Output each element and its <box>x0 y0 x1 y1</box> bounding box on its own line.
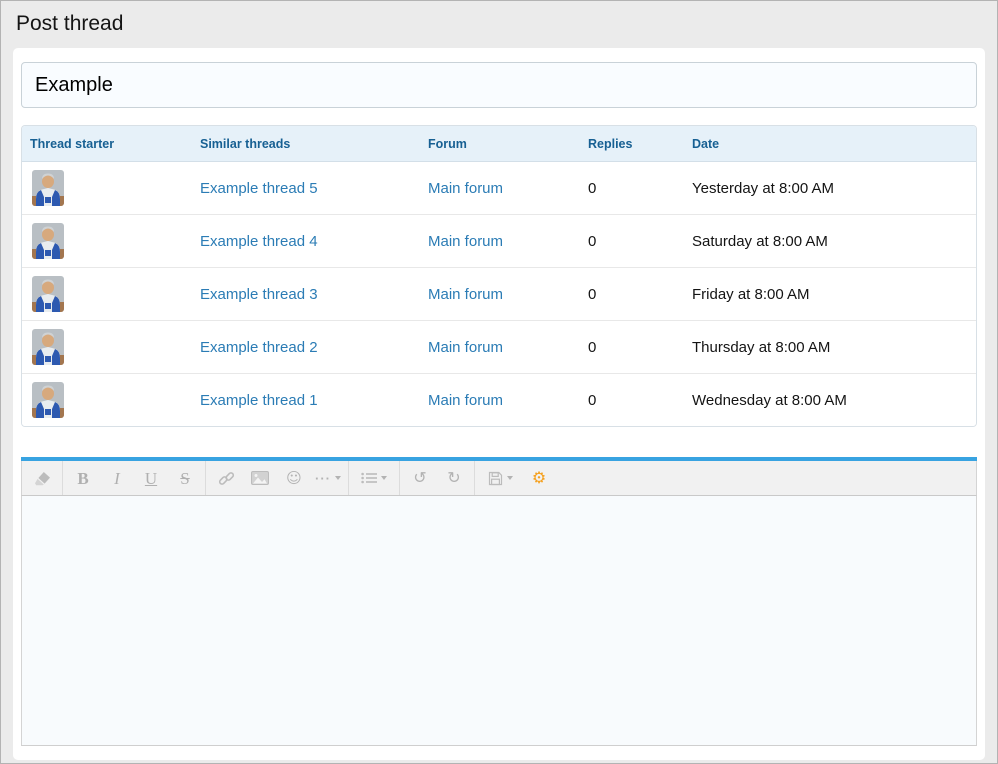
remove-formatting-button[interactable] <box>25 461 59 495</box>
forum-link[interactable]: Main forum <box>428 339 503 356</box>
table-row: Example thread 2 Main forum 0 Thursday a… <box>22 321 976 374</box>
drafts-button[interactable] <box>478 461 522 495</box>
list-format-button[interactable] <box>352 461 396 495</box>
message-body-input[interactable] <box>21 496 977 746</box>
insert-link-button[interactable] <box>209 461 243 495</box>
smiley-button[interactable]: ☺ <box>277 461 311 495</box>
page-title: Post thread <box>1 1 997 48</box>
thread-link[interactable]: Example thread 5 <box>200 180 318 197</box>
avatar-photo-icon <box>32 276 64 312</box>
thread-date: Friday at 8:00 AM <box>692 286 810 303</box>
toolbar-group-misc: ⚙ <box>475 461 559 495</box>
post-thread-panel: Thread starter Similar threads Forum Rep… <box>13 48 985 760</box>
table-row: Example thread 4 Main forum 0 Saturday a… <box>22 215 976 268</box>
eraser-icon <box>34 471 51 486</box>
forum-link[interactable]: Main forum <box>428 286 503 303</box>
undo-button[interactable]: ↺ <box>403 461 437 495</box>
thread-date: Saturday at 8:00 AM <box>692 233 828 250</box>
forum-link[interactable]: Main forum <box>428 233 503 250</box>
bold-label: B <box>77 470 88 487</box>
table-row: Example thread 5 Main forum 0 Yesterday … <box>22 162 976 215</box>
user-avatar[interactable] <box>32 170 64 206</box>
chevron-down-icon <box>381 476 387 480</box>
editor-settings-button[interactable]: ⚙ <box>522 461 556 495</box>
forum-link[interactable]: Main forum <box>428 392 503 409</box>
thread-link[interactable]: Example thread 4 <box>200 233 318 250</box>
avatar-photo-icon <box>32 170 64 206</box>
toolbar-group-list <box>349 461 400 495</box>
italic-label: I <box>114 470 120 487</box>
similar-threads-table: Thread starter Similar threads Forum Rep… <box>21 125 977 427</box>
more-options-button[interactable]: ··· <box>311 461 345 495</box>
toolbar-group-history: ↺ ↻ <box>400 461 475 495</box>
image-icon <box>251 471 269 485</box>
chevron-down-icon <box>335 476 341 480</box>
forum-link[interactable]: Main forum <box>428 180 503 197</box>
italic-button[interactable]: I <box>100 461 134 495</box>
unordered-list-icon <box>361 472 377 484</box>
table-header-row: Thread starter Similar threads Forum Rep… <box>22 126 976 162</box>
smiley-icon: ☺ <box>286 471 302 486</box>
floppy-save-icon <box>488 471 503 486</box>
user-avatar[interactable] <box>32 223 64 259</box>
undo-icon: ↺ <box>413 470 426 486</box>
more-options-icon: ··· <box>315 472 331 485</box>
redo-icon: ↻ <box>447 470 460 486</box>
thread-date: Thursday at 8:00 AM <box>692 339 830 356</box>
avatar-photo-icon <box>32 382 64 418</box>
rich-text-editor: B I U S ☺ ··· <box>21 457 977 746</box>
thread-link[interactable]: Example thread 3 <box>200 286 318 303</box>
replies-count: 0 <box>588 339 596 356</box>
column-header-date: Date <box>684 126 976 162</box>
table-row: Example thread 1 Main forum 0 Wednesday … <box>22 374 976 426</box>
replies-count: 0 <box>588 233 596 250</box>
chevron-down-icon <box>507 476 513 480</box>
thread-link[interactable]: Example thread 2 <box>200 339 318 356</box>
column-header-similar-threads: Similar threads <box>192 126 420 162</box>
column-header-forum: Forum <box>420 126 580 162</box>
avatar-photo-icon <box>32 329 64 365</box>
editor-toolbar: B I U S ☺ ··· <box>21 461 977 496</box>
thread-date: Yesterday at 8:00 AM <box>692 180 834 197</box>
user-avatar[interactable] <box>32 276 64 312</box>
toolbar-group-text-style: B I U S <box>63 461 206 495</box>
column-header-thread-starter: Thread starter <box>22 126 192 162</box>
toolbar-group-format-remove <box>22 461 63 495</box>
bold-button[interactable]: B <box>66 461 100 495</box>
insert-image-button[interactable] <box>243 461 277 495</box>
column-header-replies: Replies <box>580 126 684 162</box>
redo-button[interactable]: ↻ <box>437 461 471 495</box>
thread-title-input[interactable] <box>21 62 977 108</box>
user-avatar[interactable] <box>32 329 64 365</box>
replies-count: 0 <box>588 180 596 197</box>
replies-count: 0 <box>588 286 596 303</box>
thread-date: Wednesday at 8:00 AM <box>692 392 847 409</box>
underline-button[interactable]: U <box>134 461 168 495</box>
user-avatar[interactable] <box>32 382 64 418</box>
toolbar-group-insert: ☺ ··· <box>206 461 349 495</box>
strikethrough-button[interactable]: S <box>168 461 202 495</box>
underline-label: U <box>145 470 157 487</box>
link-icon <box>218 470 235 487</box>
avatar-photo-icon <box>32 223 64 259</box>
table-row: Example thread 3 Main forum 0 Friday at … <box>22 268 976 321</box>
thread-link[interactable]: Example thread 1 <box>200 392 318 409</box>
replies-count: 0 <box>588 392 596 409</box>
strikethrough-label: S <box>180 470 189 487</box>
gear-icon: ⚙ <box>532 470 546 486</box>
